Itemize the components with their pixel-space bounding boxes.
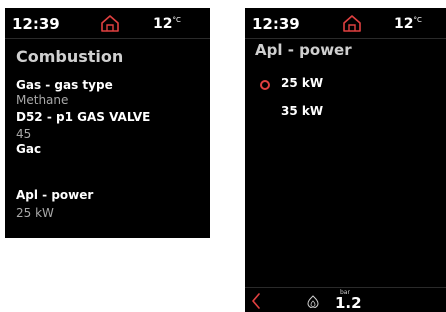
option-label: 25 kW — [281, 76, 324, 90]
param-label-gas-valve[interactable]: D52 - p1 GAS VALVE — [16, 110, 150, 124]
status-bar: 12:39 12°C — [245, 8, 446, 39]
param-value-gas-valve: 45 — [16, 127, 32, 141]
status-bar: 12:39 12°C — [5, 8, 210, 39]
temperature-unit: °C — [413, 16, 422, 24]
page-title: Combustion — [16, 47, 124, 66]
combustion-screen: 12:39 12°C Combustion Gas - gas type Met… — [5, 8, 210, 238]
outdoor-temperature: 12°C — [153, 16, 181, 32]
option-35kw[interactable]: 35 kW — [245, 104, 446, 124]
param-label-gas-type[interactable]: Gas - gas type — [16, 78, 113, 92]
back-icon[interactable] — [251, 293, 261, 309]
selected-radio-icon — [260, 80, 270, 90]
param-value-gas-type: Methane — [16, 93, 69, 107]
page-title: Apl - power — [255, 41, 352, 59]
temperature-value: 12 — [153, 16, 173, 32]
temperature-value: 12 — [394, 16, 414, 32]
pressure-value: 1.2 — [335, 294, 362, 312]
power-selection-screen: 12:39 12°C Apl - power 25 kW 35 kW bar 1… — [245, 8, 446, 312]
param-value-power: 25 kW — [16, 206, 54, 220]
outdoor-temperature: 12°C — [394, 16, 422, 32]
param-label-gac[interactable]: Gac — [16, 142, 41, 156]
option-25kw[interactable]: 25 kW — [245, 76, 446, 96]
flame-icon — [307, 295, 319, 308]
param-label-power[interactable]: Apl - power — [16, 188, 93, 202]
option-label: 35 kW — [281, 104, 324, 118]
home-icon[interactable] — [100, 14, 120, 32]
temperature-unit: °C — [172, 16, 181, 24]
status-time: 12:39 — [252, 15, 300, 33]
bottom-bar: bar 1.2 — [245, 287, 446, 312]
home-icon[interactable] — [342, 14, 362, 32]
status-time: 12:39 — [12, 15, 60, 33]
